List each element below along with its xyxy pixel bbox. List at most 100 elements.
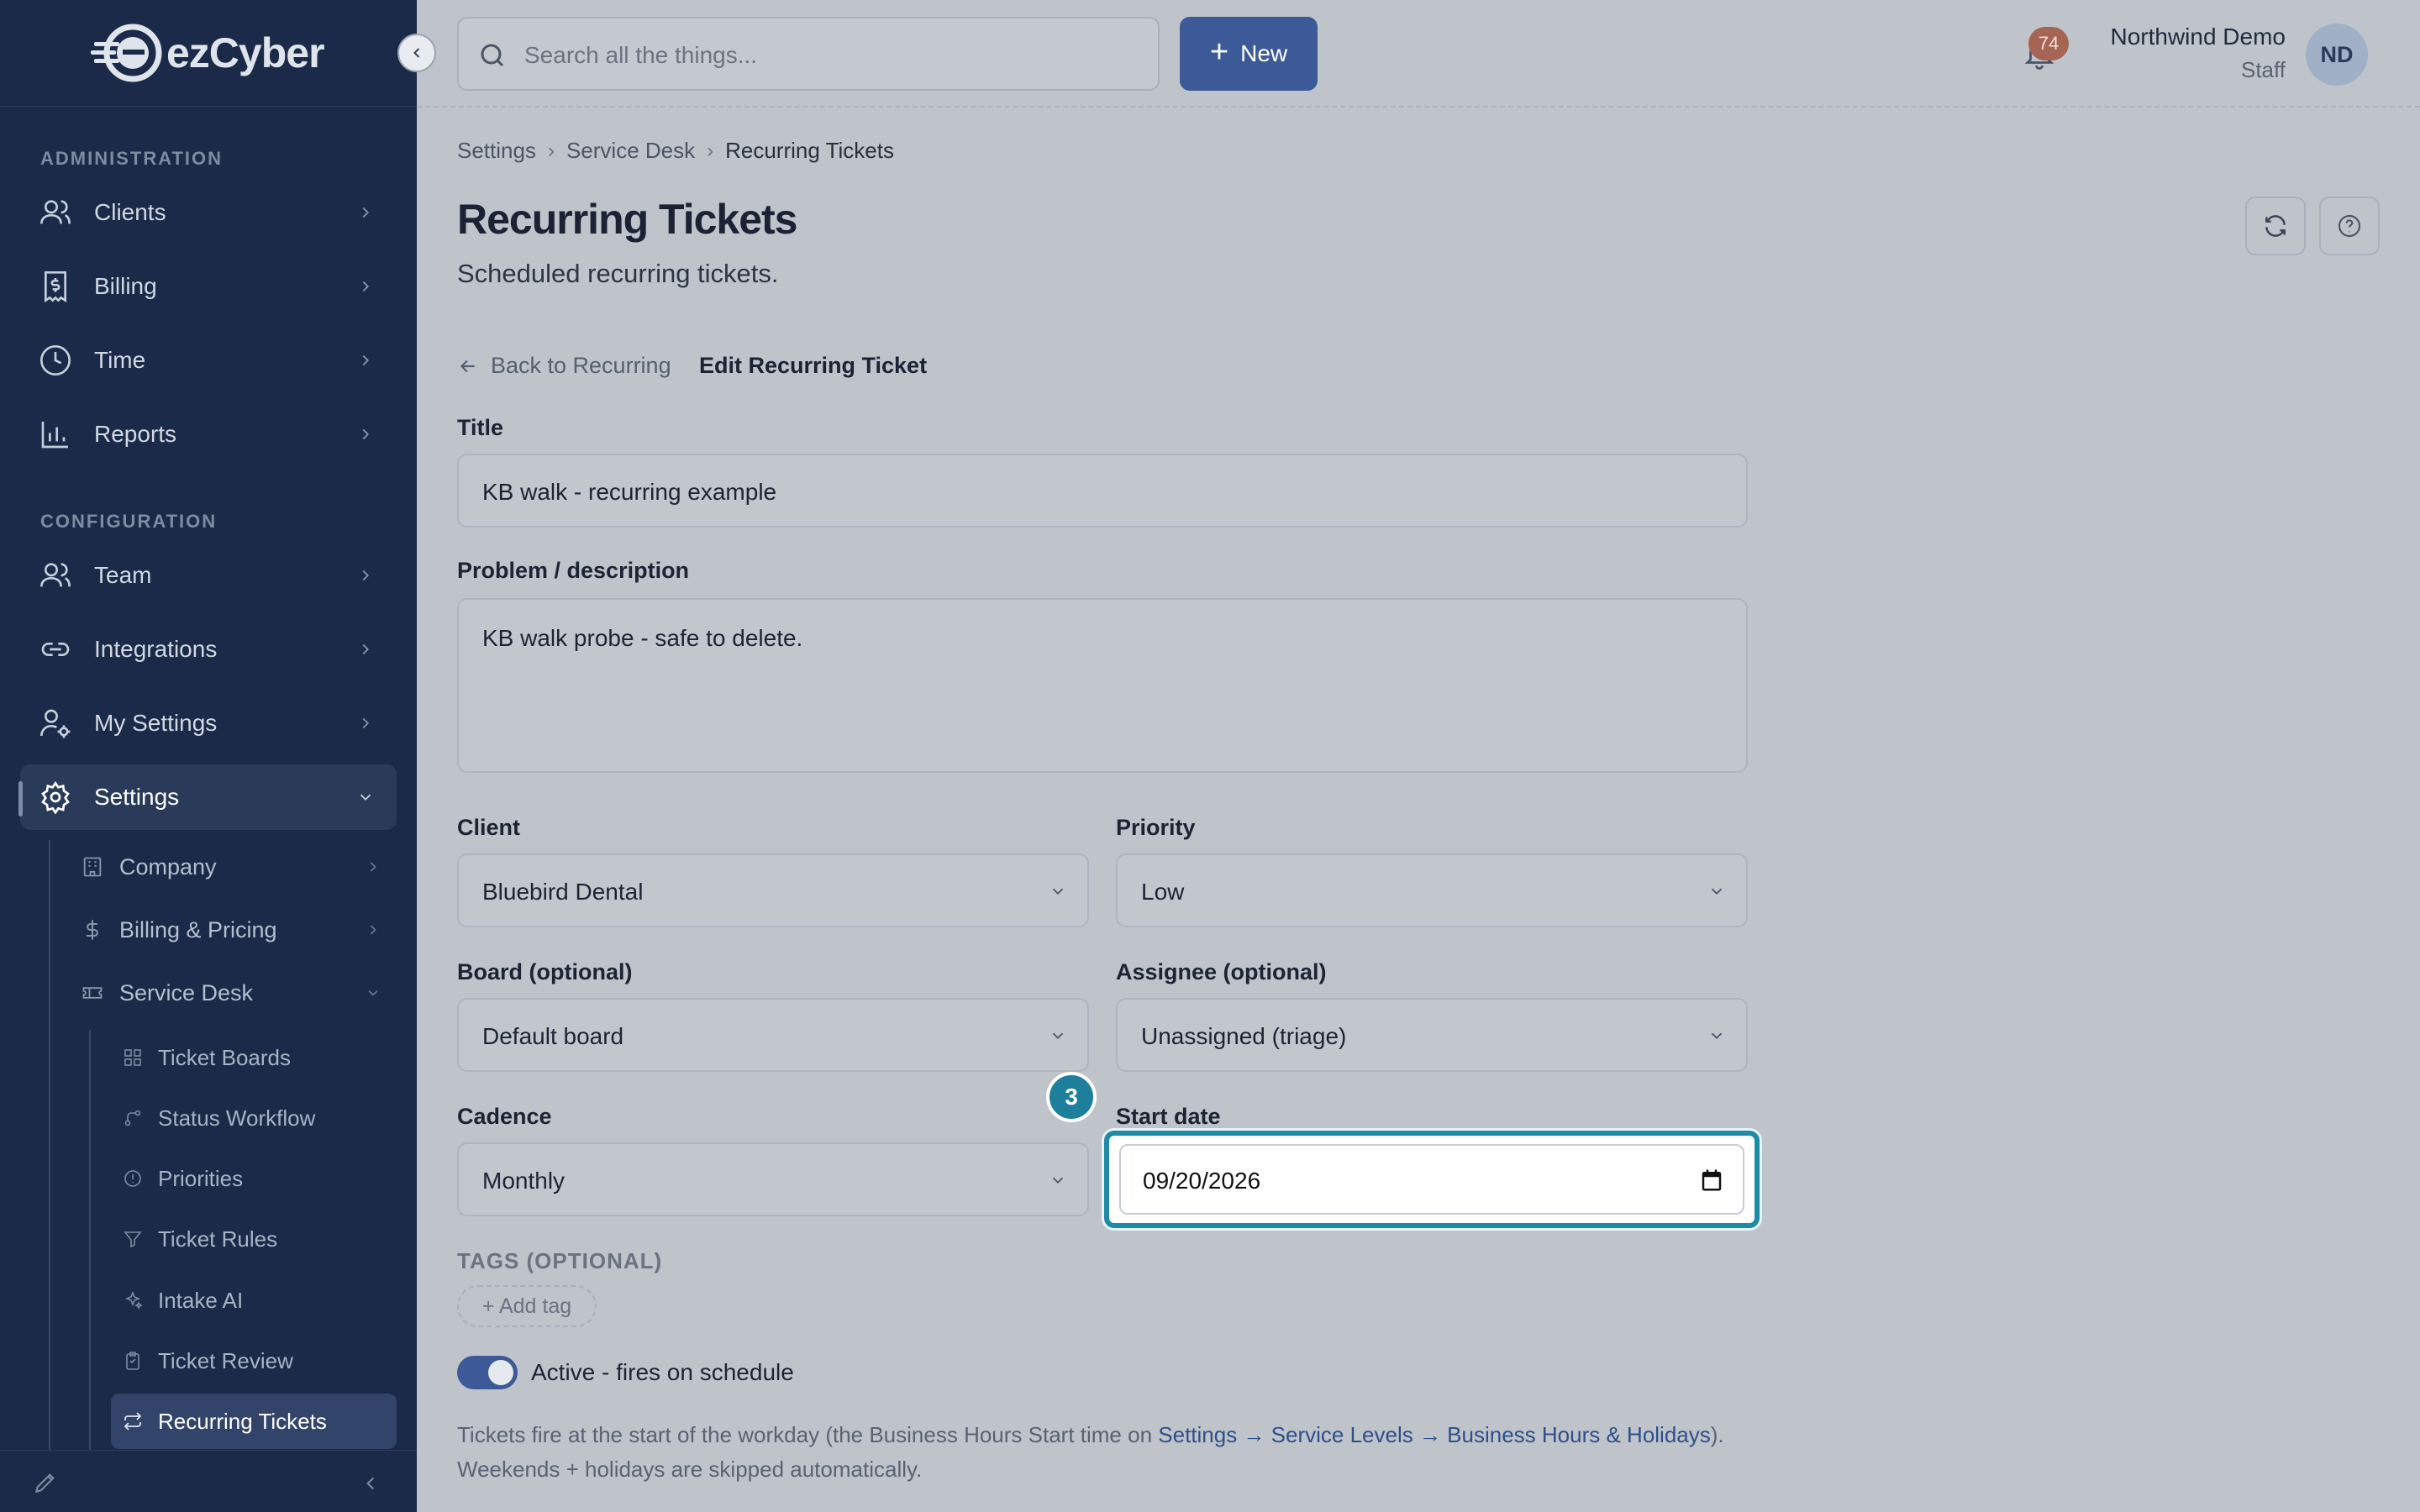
sidebar-subitem-service-desk[interactable]: Service Desk <box>59 966 395 1020</box>
page-title: Recurring Tickets <box>457 196 797 243</box>
priority-value: Low <box>1141 879 1185 905</box>
client-select[interactable]: Bluebird Dental <box>457 853 1089 927</box>
chevron-down-icon <box>1711 888 1723 895</box>
sidebar-item-label: My Settings <box>94 710 218 736</box>
back-to-recurring-link[interactable]: Back to Recurring <box>457 353 671 379</box>
new-button[interactable]: + New <box>1180 17 1318 91</box>
user-role: Staff <box>2240 57 2286 82</box>
sidebar-item-integrations[interactable]: Integrations <box>20 617 397 682</box>
assignee-label: Assignee (optional) <box>1116 959 1327 984</box>
sidebar: ezCyber ADMINISTRATION Clients Billing T… <box>0 0 417 1512</box>
pencil-icon[interactable] <box>32 1469 59 1496</box>
user-gear-icon <box>40 709 71 738</box>
sidebar-subitem-priorities[interactable]: Priorities <box>111 1151 397 1206</box>
sidebar-subitem-recurring-tickets[interactable]: Recurring Tickets <box>111 1394 397 1449</box>
sidebar-subitem-ticket-rules[interactable]: Ticket Rules <box>111 1211 397 1267</box>
chevron-left-icon <box>413 48 420 58</box>
sidebar-item-clients[interactable]: Clients <box>20 180 397 245</box>
sidebar-subitem-company[interactable]: Company <box>59 840 395 894</box>
search-placeholder: Search all the things... <box>524 42 758 68</box>
sidebar-item-settings[interactable]: Settings <box>20 764 397 830</box>
sidebar-item-label: Team <box>94 562 152 588</box>
dollar-icon <box>87 920 98 940</box>
start-date-value: 09/20/2026 <box>1143 1168 1261 1194</box>
active-toggle[interactable] <box>457 1356 518 1389</box>
sidebar-subitem-label: Status Workflow <box>158 1105 316 1131</box>
refresh-icon <box>2265 215 2286 237</box>
user-name[interactable]: Northwind Demo <box>2110 24 2286 50</box>
avatar[interactable]: ND <box>2306 24 2368 86</box>
title-input[interactable]: KB walk - recurring example <box>457 454 1748 528</box>
receipt-dollar-icon <box>45 271 66 303</box>
chevron-right-icon <box>362 717 370 729</box>
sidebar-footer <box>0 1450 417 1512</box>
sidebar-subitem-ticket-boards[interactable]: Ticket Boards <box>111 1030 397 1085</box>
breadcrumb: Settings › Service Desk › Recurring Tick… <box>457 138 894 164</box>
sidebar-item-label: Integrations <box>94 636 218 662</box>
chevron-right-icon <box>362 207 370 218</box>
sidebar-subitem-status-workflow[interactable]: Status Workflow <box>111 1090 397 1146</box>
sidebar-item-team[interactable]: Team <box>20 543 397 608</box>
sidebar-subitem-ticket-review[interactable]: Ticket Review <box>111 1333 397 1389</box>
brand-logo[interactable]: ezCyber <box>91 22 325 84</box>
chevron-down-icon <box>360 794 371 801</box>
note-prefix: Tickets fire at the start of the workday… <box>457 1422 1159 1447</box>
assignee-select[interactable]: Unassigned (triage) <box>1116 998 1748 1072</box>
sparkles-icon <box>124 1290 143 1310</box>
toggle-knob <box>488 1360 513 1385</box>
new-button-label: New <box>1240 40 1288 66</box>
sidebar-item-label: Clients <box>94 199 166 225</box>
add-tag-button[interactable]: + Add tag <box>457 1285 597 1327</box>
description-value: KB walk probe - safe to delete. <box>482 625 803 651</box>
help-circle-icon <box>2338 214 2361 238</box>
help-button[interactable] <box>2319 197 2380 255</box>
repeat-icon <box>124 1412 142 1431</box>
chevron-down-icon <box>1052 1177 1064 1184</box>
bar-chart-icon <box>41 422 68 449</box>
breadcrumb-service-desk[interactable]: Service Desk <box>566 138 695 164</box>
chevron-right-icon <box>362 570 370 581</box>
title-label: Title <box>457 415 504 440</box>
users-icon <box>40 563 71 587</box>
sidebar-subitem-label: Priorities <box>158 1165 244 1191</box>
collapse-sidebar-button[interactable] <box>397 34 436 72</box>
sidebar-item-my-settings[interactable]: My Settings <box>20 690 397 756</box>
refresh-button[interactable] <box>2245 197 2306 255</box>
sidebar-item-reports[interactable]: Reports <box>20 402 397 467</box>
notification-badge: 74 <box>2028 27 2069 60</box>
chevron-right-icon <box>370 925 376 935</box>
breadcrumb-current: Recurring Tickets <box>725 138 894 163</box>
alert-circle-icon <box>124 1170 141 1187</box>
board-select[interactable]: Default board <box>457 998 1089 1072</box>
sidebar-subitem-label: Recurring Tickets <box>158 1408 327 1434</box>
priority-label: Priority <box>1116 815 1196 840</box>
chevron-right-icon: › <box>547 139 555 162</box>
client-value: Bluebird Dental <box>482 879 644 905</box>
search-input[interactable]: Search all the things... <box>457 17 1160 91</box>
sidebar-subitem-label: Service Desk <box>119 979 254 1005</box>
note-line2: Weekends + holidays are skipped automati… <box>457 1457 923 1482</box>
step-number-badge: 3 <box>1046 1072 1097 1122</box>
description-textarea[interactable]: KB walk probe - safe to delete. <box>457 598 1748 773</box>
sidebar-subitem-label: Ticket Rules <box>158 1226 278 1252</box>
start-date-input[interactable]: 09/20/2026 <box>1104 1131 1760 1228</box>
board-label: Board (optional) <box>457 959 633 984</box>
description-label: Problem / description <box>457 558 690 583</box>
cadence-value: Monthly <box>482 1168 566 1194</box>
sidebar-item-billing[interactable]: Billing <box>20 254 397 319</box>
sidebar-item-label: Time <box>94 347 146 373</box>
start-date-label: Start date <box>1116 1104 1221 1129</box>
ezcyber-logo-icon <box>91 24 162 82</box>
business-hours-link[interactable]: Settings → Service Levels → Business Hou… <box>1158 1422 1711 1447</box>
sidebar-subitem-label: Ticket Boards <box>158 1044 291 1070</box>
board-value: Default board <box>482 1023 624 1049</box>
sidebar-item-time[interactable]: Time <box>20 328 397 393</box>
sidebar-subitem-billing-pricing[interactable]: Billing & Pricing <box>59 903 395 957</box>
chevron-left-icon[interactable] <box>360 1473 381 1494</box>
chevron-right-icon: › <box>707 139 714 162</box>
sidebar-subitem-intake-ai[interactable]: Intake AI <box>111 1273 397 1328</box>
cadence-select[interactable]: Monthly <box>457 1142 1089 1216</box>
priority-select[interactable]: Low <box>1116 853 1748 927</box>
breadcrumb-settings[interactable]: Settings <box>457 138 536 164</box>
calendar-icon[interactable] <box>1699 1168 1724 1193</box>
